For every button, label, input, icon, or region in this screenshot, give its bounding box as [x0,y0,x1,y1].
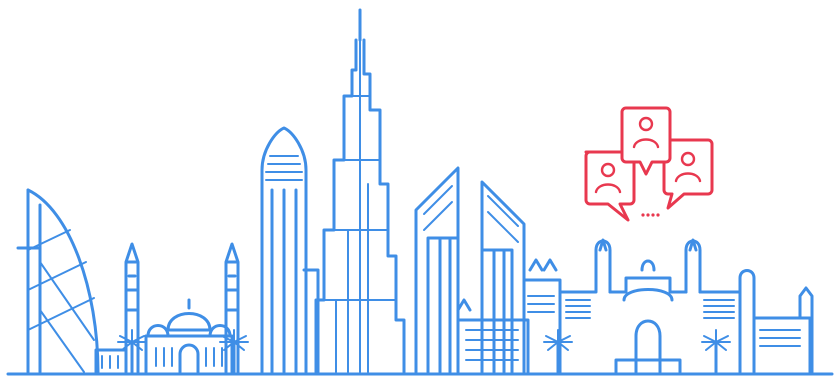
dome-tower [260,126,320,374]
city-skyline-illustration [6,8,834,376]
palace-window-grid [527,295,801,347]
twin-towers [414,166,526,374]
chat-bubbles-people-icon [584,106,714,222]
burj-khalifa [314,8,406,374]
palace [522,238,814,374]
sail-hotel [16,188,100,374]
mosque [94,242,240,374]
